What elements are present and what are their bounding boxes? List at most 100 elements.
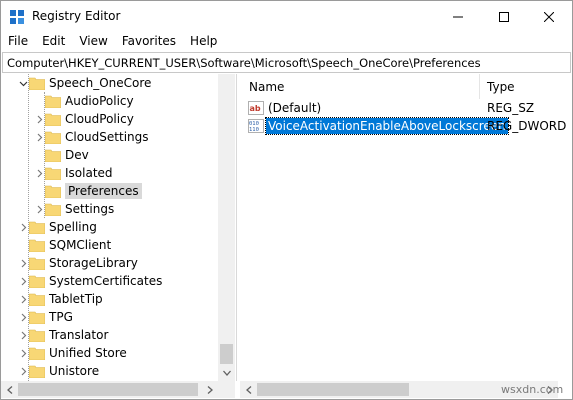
tree-item-label: Isolated [65, 166, 113, 180]
menu-file[interactable]: File [1, 32, 35, 51]
value-type: REG_SZ [487, 101, 535, 115]
value-name: VoiceActivationEnableAboveLockscreen [265, 117, 509, 135]
address-bar[interactable]: Computer\HKEY_CURRENT_USER\Software\Micr… [2, 52, 571, 73]
chevron-right-icon[interactable] [17, 331, 29, 340]
tree-item-unified-store[interactable]: Unified Store [17, 344, 130, 362]
folder-icon [29, 365, 45, 378]
tree-item-dev[interactable]: Dev [33, 146, 92, 164]
menu-bar: File Edit View Favorites Help [1, 32, 572, 51]
tree-item-tpg[interactable]: TPG [17, 308, 76, 326]
chevron-right-icon[interactable] [17, 223, 29, 232]
menu-favorites[interactable]: Favorites [115, 32, 183, 51]
tree-item-unistore[interactable]: Unistore [17, 362, 102, 380]
tree-item-translator[interactable]: Translator [17, 326, 111, 344]
string-value-icon: ab [248, 101, 264, 115]
close-button[interactable] [526, 1, 572, 32]
scroll-left-button[interactable] [240, 381, 257, 398]
menu-edit[interactable]: Edit [35, 32, 72, 51]
menu-help[interactable]: Help [183, 32, 224, 51]
tree-item-label: Preferences [65, 183, 142, 199]
watermark-text: wsxdn.com [501, 383, 564, 396]
tree-item-label: TabletTip [49, 292, 103, 306]
folder-icon [45, 113, 61, 126]
scroll-left-button[interactable] [1, 381, 18, 398]
chevron-right-icon[interactable] [17, 259, 29, 268]
value-row-default[interactable]: ab (Default) REG_SZ [240, 99, 572, 117]
folder-icon [29, 275, 45, 288]
column-header-name[interactable]: Name [240, 74, 480, 99]
value-list[interactable]: Name Type ab (Default) REG_SZ 010 110 Vo… [240, 74, 572, 381]
svg-text:ab: ab [250, 104, 261, 113]
minimize-icon [453, 16, 463, 17]
tree-vertical-scrollbar[interactable] [218, 74, 235, 381]
tree-item-sqmclient[interactable]: SQMClient [17, 236, 114, 254]
tree-item-preferences[interactable]: Preferences [33, 182, 142, 200]
chevron-left-icon [245, 385, 251, 394]
folder-icon [29, 77, 45, 90]
key-tree[interactable]: Speech_OneCore AudioPolicy CloudPolicy C… [1, 74, 237, 381]
tree-item-label: Spelling [49, 220, 97, 234]
chevron-right-icon[interactable] [33, 133, 45, 142]
folder-icon [29, 311, 45, 324]
tree-item-storagelibrary[interactable]: StorageLibrary [17, 254, 141, 272]
tree-item-label: Unistore [49, 364, 100, 378]
value-row-voiceactivation[interactable]: 010 110 VoiceActivationEnableAboveLocksc… [240, 117, 572, 135]
folder-icon [29, 239, 45, 252]
folder-icon [45, 167, 61, 180]
folder-icon [45, 203, 61, 216]
tree-item-speech-onecore[interactable]: Speech_OneCore [17, 74, 154, 92]
scroll-right-button[interactable] [201, 381, 218, 398]
svg-text:110: 110 [249, 127, 259, 133]
chevron-right-icon[interactable] [17, 277, 29, 286]
chevron-down-icon[interactable] [17, 79, 29, 88]
tree-item-cloudsettings[interactable]: CloudSettings [33, 128, 152, 146]
chevron-right-icon[interactable] [17, 349, 29, 358]
chevron-down-icon [222, 370, 231, 376]
tree-item-label: AudioPolicy [65, 94, 134, 108]
column-header-type[interactable]: Type [481, 74, 572, 99]
tree-vertical-scroll-thumb[interactable] [220, 344, 233, 364]
folder-icon [29, 329, 45, 342]
menu-view[interactable]: View [72, 32, 114, 51]
chevron-right-icon[interactable] [17, 313, 29, 322]
folder-icon [45, 149, 61, 162]
tree-item-settings[interactable]: Settings [33, 200, 117, 218]
binary-value-icon: 010 110 [248, 119, 264, 133]
chevron-right-icon[interactable] [17, 295, 29, 304]
list-horizontal-scroll-thumb[interactable] [257, 383, 409, 396]
chevron-right-icon[interactable] [33, 169, 45, 178]
tree-item-systemcertificates[interactable]: SystemCertificates [17, 272, 165, 290]
tree-item-spelling[interactable]: Spelling [17, 218, 100, 236]
registry-editor-icon [10, 10, 24, 24]
tree-item-label: CloudPolicy [65, 112, 134, 126]
tree-item-label: SystemCertificates [49, 274, 163, 288]
tree-item-label: CloudSettings [65, 130, 149, 144]
tree-item-label: SQMClient [49, 238, 112, 252]
tree-item-tablettip[interactable]: TabletTip [17, 290, 106, 308]
tree-item-audiopolicy[interactable]: AudioPolicy [33, 92, 137, 110]
chevron-right-icon[interactable] [33, 115, 45, 124]
tree-item-label: Speech_OneCore [49, 76, 152, 90]
minimize-button[interactable] [435, 1, 481, 32]
tree-item-label: TPG [49, 310, 73, 324]
tree-horizontal-scroll-thumb[interactable] [18, 383, 198, 396]
tree-item-label: Unified Store [49, 346, 127, 360]
scroll-down-button[interactable] [218, 364, 235, 381]
folder-icon [45, 95, 61, 108]
title-bar[interactable]: Registry Editor [1, 1, 572, 32]
folder-icon [45, 131, 61, 144]
chevron-right-icon[interactable] [33, 205, 45, 214]
maximize-icon [499, 11, 509, 22]
chevron-right-icon[interactable] [17, 367, 29, 376]
chevron-left-icon [6, 385, 12, 394]
close-icon [544, 11, 554, 22]
tree-item-isolated[interactable]: Isolated [33, 164, 116, 182]
registry-editor-window: Registry Editor File Edit View Favorites… [0, 0, 573, 400]
chevron-right-icon [207, 385, 213, 394]
folder-icon [29, 347, 45, 360]
value-type: REG_DWORD [487, 119, 567, 133]
tree-item-label: Translator [49, 328, 109, 342]
folder-icon [45, 185, 61, 198]
maximize-button[interactable] [481, 1, 527, 32]
tree-item-cloudpolicy[interactable]: CloudPolicy [33, 110, 137, 128]
